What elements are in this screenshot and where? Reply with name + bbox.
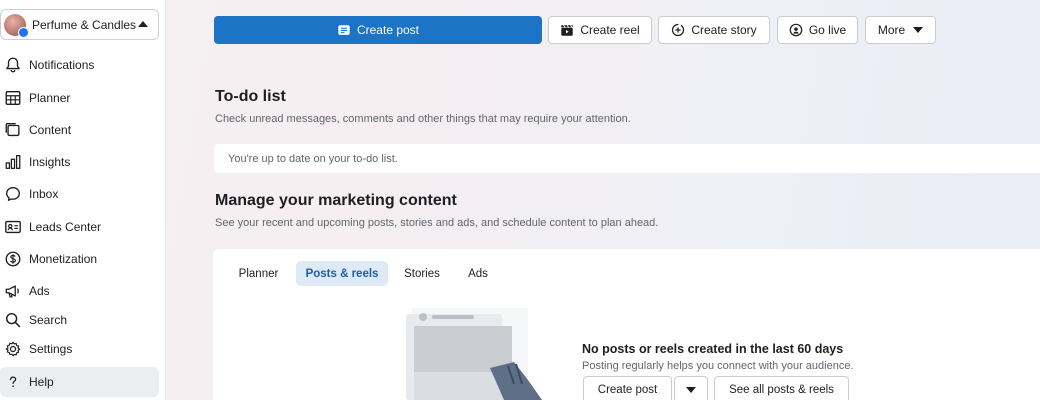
more-button[interactable]: More [865,16,936,44]
create-post-button[interactable]: Create post [214,16,542,44]
sidebar-item-notifications[interactable]: Notifications [0,50,159,80]
more-label: More [877,23,906,37]
calendar-grid-icon [5,91,21,105]
create-story-button[interactable]: Create story [658,16,770,44]
dollar-circle-icon [5,251,21,267]
caret-down-icon [913,27,924,33]
sidebar-item-label: Monetization [29,252,98,266]
todo-status-box: You're up to date on your to-do list. [214,144,1040,173]
contact-card-icon [5,220,21,234]
sidebar-item-label: Insights [29,155,71,169]
live-broadcast-icon [789,23,803,37]
go-live-label: Go live [808,23,847,37]
question-icon [9,376,17,387]
gear-icon [5,341,21,357]
empty-state-illustration [406,308,542,400]
sidebar-item-settings[interactable]: Settings [0,334,159,364]
caret-down-icon [686,387,696,393]
sidebar: Perfume & Candles Notifications Planner … [0,0,166,400]
page-name: Perfume & Candles [32,17,137,32]
sidebar-item-content[interactable]: Content [0,115,159,145]
create-story-label: Create story [691,23,757,37]
tab-planner[interactable]: Planner [229,261,288,286]
facebook-badge-icon [18,26,29,38]
create-reel-label: Create reel [580,23,640,37]
marketing-title: Manage your marketing content [215,192,457,209]
content-stack-icon [5,123,20,137]
sidebar-item-search[interactable]: Search [0,305,159,335]
sidebar-item-ads[interactable]: Ads [0,276,159,306]
sidebar-item-label: Notifications [29,58,95,72]
bar-chart-icon [5,155,21,169]
todo-title: To-do list [215,88,286,105]
todo-status-text: You're up to date on your to-do list. [228,152,398,165]
sidebar-item-inbox[interactable]: Inbox [0,179,159,209]
sidebar-item-label: Planner [29,91,71,105]
page-switcher[interactable]: Perfume & Candles [0,9,159,40]
sidebar-item-planner[interactable]: Planner [0,83,159,113]
sidebar-item-monetization[interactable]: Monetization [0,244,159,274]
create-post-dropdown-button[interactable] [674,376,708,400]
sidebar-item-help[interactable]: Help [0,367,159,397]
tab-posts-reels[interactable]: Posts & reels [296,261,388,286]
sidebar-item-leads-center[interactable]: Leads Center [0,212,159,242]
see-all-posts-button[interactable]: See all posts & reels [714,376,849,400]
caret-up-icon [138,21,148,27]
chat-bubble-icon [6,187,20,201]
marketing-content-card: Planner Posts & reels Stories Ads No pos… [213,249,1040,400]
sidebar-item-label: Leads Center [29,220,102,234]
post-composer-icon [338,25,350,35]
bell-icon [6,57,20,73]
create-reel-button[interactable]: Create reel [548,16,652,44]
tab-stories[interactable]: Stories [396,261,448,286]
sidebar-item-label: Content [29,123,72,137]
sidebar-item-label: Help [29,375,54,389]
sidebar-item-label: Search [29,313,68,327]
marketing-subtitle: See your recent and upcoming posts, stor… [215,217,659,229]
create-post-secondary-button[interactable]: Create post [583,376,672,400]
empty-state-subtitle: Posting regularly helps you connect with… [582,360,854,372]
sidebar-item-label: Ads [29,284,50,298]
clapperboard-icon [561,24,573,36]
story-plus-icon [672,23,685,37]
page-avatar [4,13,29,38]
go-live-button[interactable]: Go live [777,16,858,44]
sidebar-item-label: Inbox [29,187,59,201]
tab-ads[interactable]: Ads [458,261,498,286]
empty-state-title: No posts or reels created in the last 60… [582,342,844,356]
search-icon [5,312,21,328]
megaphone-icon [5,285,19,298]
create-post-label: Create post [356,23,420,37]
todo-subtitle: Check unread messages, comments and othe… [215,113,631,125]
sidebar-item-insights[interactable]: Insights [0,147,159,177]
sidebar-item-label: Settings [29,342,73,356]
